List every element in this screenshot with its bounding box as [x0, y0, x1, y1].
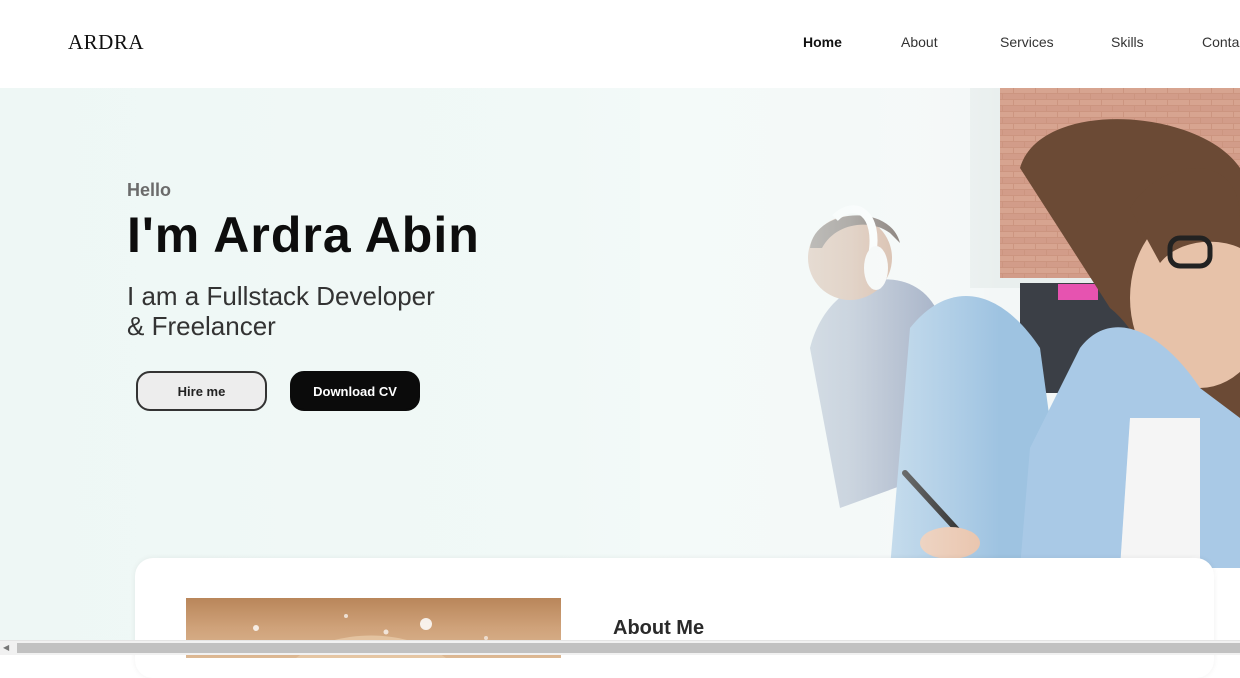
hero-subtitle-line-2: & Freelancer: [127, 311, 276, 341]
site-header: ARDRA Home About Services Skills Conta: [0, 0, 1240, 88]
hero-greeting: Hello: [127, 180, 172, 200]
scrollbar-thumb[interactable]: [17, 643, 1240, 653]
scroll-left-icon[interactable]: ◀: [3, 643, 11, 653]
main-nav: Home About Services Skills Conta: [0, 34, 1240, 54]
hero-headline: I'm Ardra Abin: [127, 207, 480, 263]
nav-services[interactable]: Services: [1000, 34, 1054, 50]
hero-photo: [640, 88, 1240, 568]
hire-me-button[interactable]: Hire me: [136, 371, 267, 411]
hero-subtitle: I am a Fullstack Developer & Freelancer: [127, 281, 527, 341]
nav-skills[interactable]: Skills: [1111, 34, 1144, 50]
about-card: About Me: [135, 558, 1214, 678]
horizontal-scrollbar[interactable]: ◀: [0, 640, 1240, 655]
nav-about[interactable]: About: [901, 34, 938, 50]
nav-contact[interactable]: Conta: [1202, 34, 1239, 50]
nav-home[interactable]: Home: [803, 34, 842, 50]
about-title: About Me: [613, 617, 705, 639]
download-cv-button[interactable]: Download CV: [290, 371, 420, 411]
hero-subtitle-line-1: I am a Fullstack Developer: [127, 281, 435, 311]
